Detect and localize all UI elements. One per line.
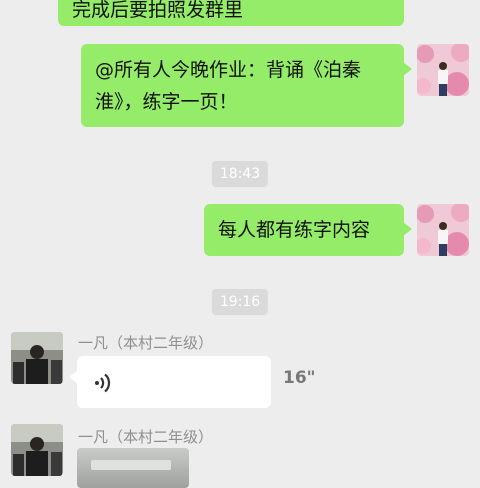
voice-duration: 16"	[283, 368, 316, 388]
message-text: 完成后要拍照发群里	[72, 0, 244, 21]
sender-name: 一凡（本村二年级）	[78, 428, 214, 446]
my-avatar[interactable]	[417, 44, 469, 96]
paper-shape	[91, 460, 171, 470]
contact-avatar[interactable]	[11, 332, 63, 384]
image-message-thumbnail[interactable]	[77, 448, 189, 488]
timestamp-pill: 18:43	[211, 161, 269, 187]
sender-name: 一凡（本村二年级）	[78, 334, 214, 352]
voice-message-bubble[interactable]	[69, 356, 271, 408]
contact-avatar[interactable]	[11, 424, 63, 476]
message-bubble-partial[interactable]: 完成后要拍照发群里	[58, 0, 404, 26]
timestamp-pill: 19:16	[211, 289, 269, 315]
my-avatar[interactable]	[417, 204, 469, 256]
voice-wave-icon	[95, 373, 111, 393]
message-text-line-2: 淮》，练字一页！	[95, 91, 238, 113]
message-text-line-1: @所有人今晚作业：背诵《泊秦	[95, 59, 362, 81]
message-text: 每人都有练字内容	[218, 219, 371, 241]
chat-window: 完成后要拍照发群里 @所有人今晚作业：背诵《泊秦 淮》，练字一页！ 18:43 …	[0, 0, 480, 488]
message-bubble-practice[interactable]: 每人都有练字内容	[204, 204, 412, 256]
message-bubble-homework[interactable]: @所有人今晚作业：背诵《泊秦 淮》，练字一页！	[81, 44, 412, 127]
